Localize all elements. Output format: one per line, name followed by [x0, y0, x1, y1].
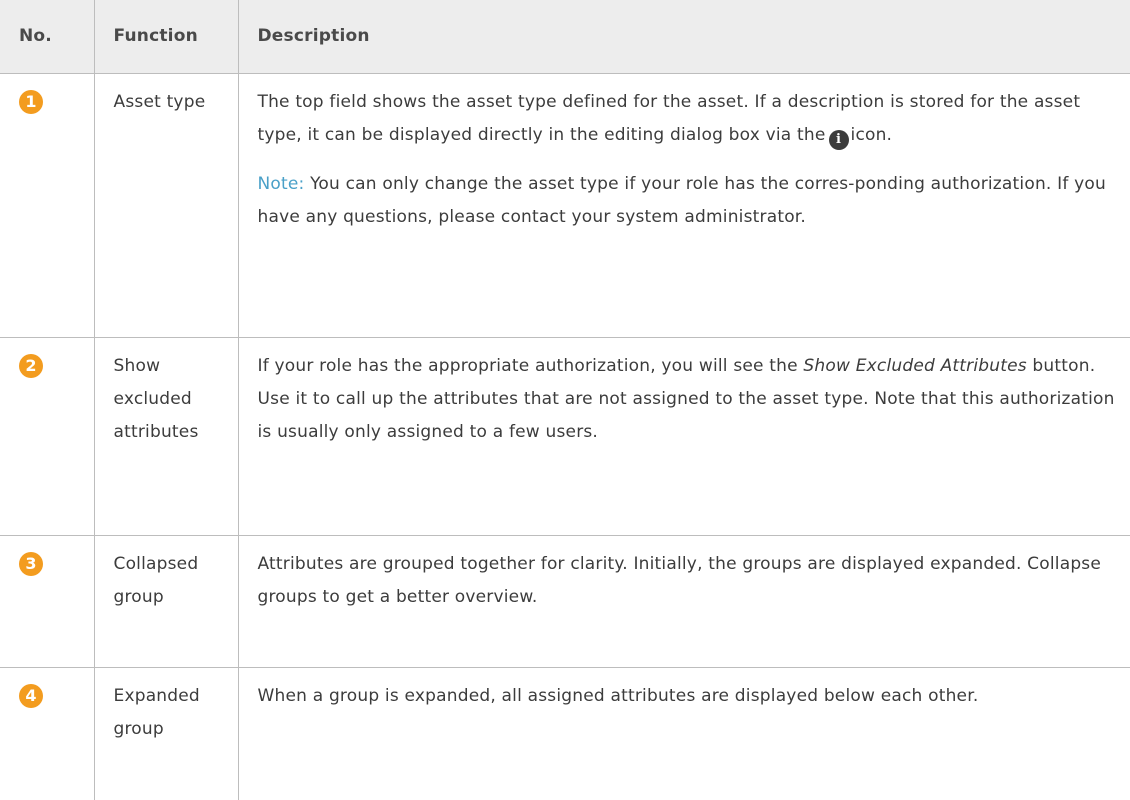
- function-cell: Asset type: [93, 72, 239, 338]
- note-text: You can only change the asset type if yo…: [257, 173, 1106, 227]
- description-text: The top field shows the asset type defin…: [257, 91, 1081, 145]
- description-paragraph: If your role has the appropriate authori…: [258, 350, 1117, 449]
- header-function: Function: [93, 0, 239, 74]
- table-row: 1 Asset type The top field shows the ass…: [0, 72, 1130, 338]
- header-description: Description: [237, 0, 1130, 74]
- description-text-end: icon.: [850, 124, 893, 145]
- description-cell: The top field shows the asset type defin…: [237, 72, 1130, 338]
- function-cell: Expanded group: [93, 666, 239, 800]
- table-header-row: No. Function Description: [0, 0, 1130, 74]
- header-no: No.: [0, 0, 95, 74]
- number-badge-1: 1: [19, 89, 43, 114]
- row-number-cell: 3: [0, 534, 95, 668]
- button-name-emphasis: Show Excluded Attributes: [803, 355, 1027, 376]
- row-number-cell: 1: [0, 72, 95, 338]
- number-badge-4: 4: [19, 683, 43, 708]
- function-cell: Collapsed group: [93, 534, 239, 668]
- description-cell: If your role has the appropriate authori…: [237, 336, 1130, 536]
- description-cell: Attributes are grouped together for clar…: [237, 534, 1130, 668]
- note-label: Note:: [257, 173, 305, 194]
- description-paragraph: The top field shows the asset type defin…: [258, 86, 1117, 152]
- function-cell: Show excluded attributes: [93, 336, 239, 536]
- table-row: 4 Expanded group When a group is expande…: [0, 666, 1130, 800]
- description-text: If your role has the appropriate authori…: [257, 355, 798, 376]
- info-icon: i: [828, 129, 849, 150]
- number-badge-3: 3: [19, 551, 43, 576]
- note-paragraph: Note: You can only change the asset type…: [258, 168, 1117, 234]
- description-cell: When a group is expanded, all assigned a…: [237, 666, 1130, 800]
- number-badge-2: 2: [19, 353, 43, 378]
- table-row: 2 Show excluded attributes If your role …: [0, 336, 1130, 536]
- row-number-cell: 2: [0, 336, 95, 536]
- function-table: No. Function Description 1 Asset type Th…: [0, 0, 1130, 800]
- row-number-cell: 4: [0, 666, 95, 800]
- table-row: 3 Collapsed group Attributes are grouped…: [0, 534, 1130, 668]
